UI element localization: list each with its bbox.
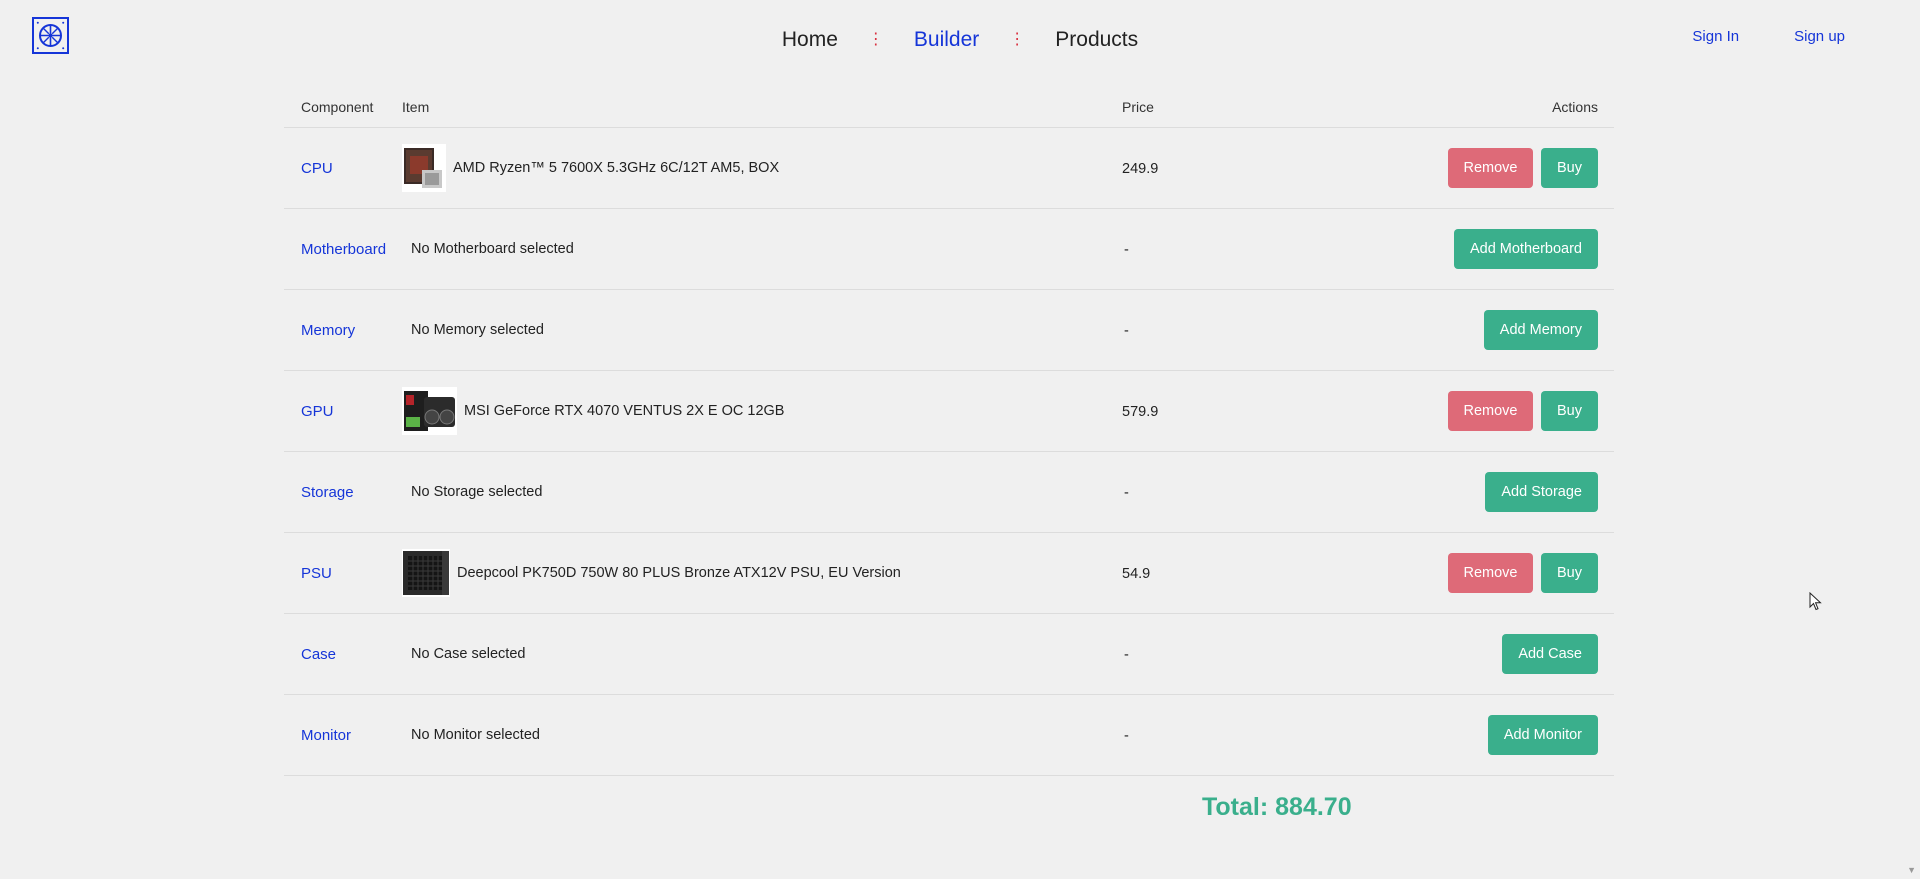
item-price: - [1124, 646, 1129, 663]
empty-item-text: No Motherboard selected [411, 241, 574, 257]
mouse-cursor-icon [1809, 591, 1823, 617]
table-row: GPU MSI GeForce RTX 4070 VENTUS 2X E OC … [284, 371, 1614, 452]
psu-thumbnail [402, 549, 450, 597]
nav-home[interactable]: Home [752, 24, 868, 56]
component-link-memory[interactable]: Memory [301, 322, 355, 339]
table-row: Case No Case selected - Add Case [284, 614, 1614, 695]
buy-gpu-button[interactable]: Buy [1541, 391, 1598, 431]
component-link-case[interactable]: Case [301, 646, 336, 663]
buy-cpu-button[interactable]: Buy [1541, 148, 1598, 188]
total-price: Total: 884.70 [1202, 793, 1352, 821]
header-item: Item [402, 98, 430, 115]
component-link-psu[interactable]: PSU [301, 565, 332, 582]
header-price: Price [1122, 98, 1154, 115]
component-link-monitor[interactable]: Monitor [301, 727, 351, 744]
component-link-gpu[interactable]: GPU [301, 403, 334, 420]
item-price: - [1124, 322, 1129, 339]
buy-psu-button[interactable]: Buy [1541, 553, 1598, 593]
table-row: Motherboard No Motherboard selected - Ad… [284, 209, 1614, 290]
table-row: CPU AMD Ryzen™ 5 7600X 5.3GHz 6C/12T AM5… [284, 128, 1614, 209]
item-price: - [1124, 484, 1129, 501]
empty-item-text: No Storage selected [411, 484, 543, 500]
header-actions: Actions [1552, 98, 1598, 115]
table-row: Storage No Storage selected - Add Storag… [284, 452, 1614, 533]
cpu-thumbnail [402, 144, 446, 192]
table-row: PSU Deepcool PK750D 750W 80 PLUS Bronze … [284, 533, 1614, 614]
component-link-cpu[interactable]: CPU [301, 160, 333, 177]
main-nav: Home ⋮ Builder ⋮ Products [0, 24, 1920, 56]
component-link-motherboard[interactable]: Motherboard [301, 241, 386, 258]
add-motherboard-button[interactable]: Add Motherboard [1453, 229, 1598, 269]
nav-separator: ⋮ [1009, 31, 1026, 48]
item-name[interactable]: Deepcool PK750D 750W 80 PLUS Bronze ATX1… [457, 565, 901, 581]
remove-psu-button[interactable]: Remove [1448, 553, 1533, 593]
table-row: Memory No Memory selected - Add Memory [284, 290, 1614, 371]
page: Home ⋮ Builder ⋮ Products Sign In Sign u… [0, 0, 1920, 879]
add-storage-button[interactable]: Add Storage [1485, 472, 1598, 512]
empty-item-text: No Memory selected [411, 322, 544, 338]
nav-separator: ⋮ [867, 31, 884, 48]
empty-item-text: No Monitor selected [411, 727, 540, 743]
add-monitor-button[interactable]: Add Monitor [1487, 715, 1598, 755]
builder-table: Component Item Price Actions CPU AMD Ryz [284, 86, 1614, 776]
auth-links: Sign In Sign up [1692, 28, 1845, 45]
item-name[interactable]: AMD Ryzen™ 5 7600X 5.3GHz 6C/12T AM5, BO… [453, 160, 779, 176]
add-case-button[interactable]: Add Case [1502, 634, 1598, 674]
component-link-storage[interactable]: Storage [301, 484, 354, 501]
item-name[interactable]: MSI GeForce RTX 4070 VENTUS 2X E OC 12GB [464, 403, 784, 419]
remove-gpu-button[interactable]: Remove [1448, 391, 1533, 431]
item-price: 579.9 [1122, 403, 1159, 420]
item-price: 249.9 [1122, 160, 1159, 177]
sign-in-link[interactable]: Sign In [1692, 28, 1739, 45]
gpu-thumbnail [402, 387, 457, 435]
item-price: - [1124, 241, 1129, 258]
scroll-down-icon[interactable]: ▼ [1907, 865, 1916, 875]
empty-item-text: No Case selected [411, 646, 526, 662]
header-component: Component [301, 98, 374, 115]
nav-products[interactable]: Products [1025, 24, 1168, 56]
table-row: Monitor No Monitor selected - Add Monito… [284, 695, 1614, 776]
sign-up-link[interactable]: Sign up [1794, 28, 1845, 45]
table-header: Component Item Price Actions [284, 86, 1614, 128]
add-memory-button[interactable]: Add Memory [1483, 310, 1598, 350]
item-price: - [1124, 727, 1129, 744]
nav-builder[interactable]: Builder [884, 24, 1009, 56]
remove-cpu-button[interactable]: Remove [1448, 148, 1533, 188]
item-price: 54.9 [1122, 565, 1151, 582]
